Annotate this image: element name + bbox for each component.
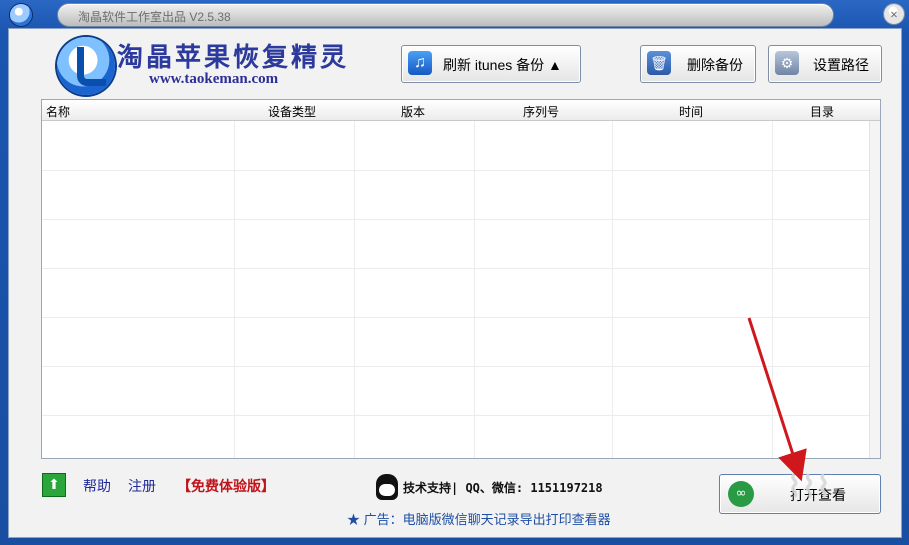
app-window: 淘晶软件工作室出品 V2.5.38 ✕ 淘晶苹果恢复精灵 www.taokema… — [0, 0, 909, 545]
annotation-arrow — [747, 317, 807, 482]
arrow-line — [747, 317, 807, 482]
